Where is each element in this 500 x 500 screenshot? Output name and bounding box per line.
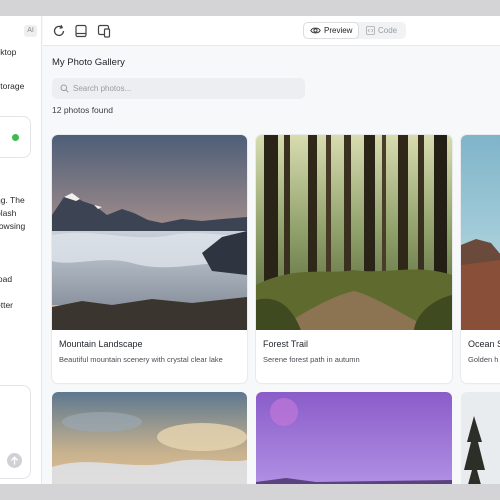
photo-card-clouds[interactable] [52,392,247,484]
ai-badge: AI [24,25,37,37]
arrow-up-icon [11,456,18,465]
photo-forest-trail [256,135,452,330]
desktop-view-icon[interactable] [74,24,88,38]
photo-mountain-landscape [52,135,247,330]
app-window: AI sktop storage t, ng. The plash rowsin… [0,16,500,484]
chat-line: t, [0,181,1,194]
eye-icon [310,27,321,34]
results-count: 12 photos found [52,105,113,115]
status-card [0,116,31,158]
chat-line: load [0,274,13,284]
chat-line: sktop [0,47,17,57]
tab-preview[interactable]: Preview [304,23,358,38]
search-input[interactable] [73,78,298,99]
chat-line: plash [0,208,17,218]
refresh-icon[interactable] [52,24,66,38]
preview-toolbar: Preview Code [43,16,500,46]
photo-card-mountain[interactable]: Mountain Landscape Beautiful mountain sc… [52,135,247,383]
status-dot-icon [12,134,19,141]
page-title: My Photo Gallery [52,57,125,68]
chat-panel: AI sktop storage t, ng. The plash rowsin… [0,16,42,484]
chat-line: etter [0,300,14,310]
photo-description: Golden h [468,355,499,364]
tab-code-label: Code [378,26,398,35]
code-icon [366,26,375,35]
search-box [52,78,305,99]
tab-code[interactable]: Code [361,23,404,38]
photo-ocean [461,135,500,330]
photo-title: Mountain Landscape [59,339,143,349]
photo-card-ocean[interactable]: Ocean S Golden h [461,135,500,383]
photo-clouds [52,392,247,484]
chat-line: rowsing [0,221,26,231]
chat-line: ng. The [0,195,25,205]
photo-card-tree[interactable] [461,392,500,484]
photo-title: Forest Trail [263,339,309,349]
photo-tree [461,392,500,484]
photo-purple-sky [256,392,452,484]
chat-line: storage [0,81,25,91]
photo-card-forest[interactable]: Forest Trail Serene forest path in autum… [256,135,452,383]
send-button[interactable] [7,453,22,468]
photo-description: Serene forest path in autumn [263,355,360,364]
tab-preview-label: Preview [324,26,353,35]
photo-description: Beautiful mountain scenery with crystal … [59,355,223,364]
photo-card-purple-sky[interactable] [256,392,452,484]
responsive-view-icon[interactable] [97,24,111,38]
search-icon [60,84,69,93]
view-toggle: Preview Code [303,22,406,39]
photo-title: Ocean S [468,339,500,349]
